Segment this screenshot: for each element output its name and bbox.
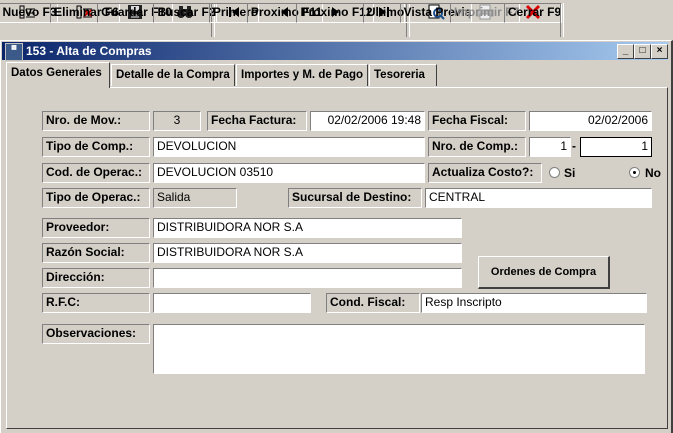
search-button[interactable]: Buscar F2	[153, 2, 217, 38]
tab-datos-generales[interactable]: Datos Generales	[6, 62, 110, 88]
window-title: 153 - Alta de Compras	[26, 44, 152, 58]
window-app-icon: ▦	[5, 43, 23, 61]
nro-comp-separator: -	[572, 139, 576, 153]
nro-mov-value: 3	[153, 111, 201, 131]
tab-importes[interactable]: Importes y M. de Pago	[236, 64, 368, 86]
razon-social-field[interactable]: DISTRIBUIDORA NOR S.A	[153, 243, 462, 263]
tipo-comp-field[interactable]: DEVOLUCION	[153, 137, 425, 157]
ordenes-compra-button[interactable]: Ordenes de Compra	[478, 256, 610, 289]
direccion-field[interactable]	[153, 268, 462, 288]
observaciones-label: Observaciones:	[42, 324, 150, 344]
close-button[interactable]: Cerrar F9	[503, 2, 563, 38]
cond-fiscal-field[interactable]: Resp Inscripto	[421, 293, 647, 313]
fecha-fiscal-label: Fecha Fiscal:	[428, 111, 526, 131]
sucursal-destino-label: Sucursal de Destino:	[288, 188, 422, 208]
tipo-comp-label: Tipo de Comp.:	[42, 137, 150, 157]
proveedor-field[interactable]: DISTRIBUIDORA NOR S.A	[153, 218, 462, 238]
sucursal-destino-field[interactable]: CENTRAL	[425, 188, 652, 208]
actualiza-costo-si-radio[interactable]	[549, 167, 560, 178]
window-titlebar[interactable]: ▦ 153 - Alta de Compras _ □ ×	[2, 42, 668, 61]
search-label: Buscar F2	[153, 3, 217, 23]
proveedor-label: Proveedor:	[42, 218, 150, 238]
tipo-operac-label: Tipo de Operac.:	[42, 188, 150, 208]
close-label: Cerrar F9	[503, 3, 563, 23]
nro-comp-number-field[interactable]: 1	[580, 137, 652, 157]
direccion-label: Dirección:	[42, 268, 150, 288]
new-label: Nuevo F3	[0, 3, 58, 23]
razon-social-label: Razón Social:	[42, 243, 150, 263]
rfc-label: R.F.C:	[42, 293, 150, 313]
actualiza-costo-no-label: No	[645, 166, 661, 180]
minimize-button[interactable]: _	[617, 44, 634, 59]
cond-fiscal-label: Cond. Fiscal:	[326, 293, 420, 313]
cod-operac-label: Cod. de Operac.:	[42, 163, 150, 183]
print-button[interactable]: Imprimir F7	[449, 2, 521, 38]
cod-operac-field[interactable]: DEVOLUCION 03510	[153, 163, 425, 183]
nro-comp-label: Nro. de Comp.:	[428, 137, 526, 157]
observaciones-field[interactable]	[153, 324, 645, 374]
fecha-factura-field[interactable]: 02/02/2006 19:48	[310, 111, 425, 131]
fecha-factura-label: Fecha Factura:	[207, 111, 307, 131]
nro-comp-prefix-field[interactable]: 1	[529, 137, 571, 157]
restore-button[interactable]: □	[634, 44, 651, 59]
tipo-operac-value: Salida	[153, 188, 237, 208]
tab-detalle-compra[interactable]: Detalle de la Compra	[111, 64, 235, 86]
window-close-button[interactable]: ×	[651, 44, 668, 59]
actualiza-costo-no-radio[interactable]	[629, 167, 640, 178]
tab-tesoreria[interactable]: Tesoreria	[369, 64, 437, 86]
toolbar: Nuevo F3 Eliminar F6 Guardar F10 Buscar …	[0, 0, 673, 41]
last-button[interactable]: Ultimo	[362, 2, 406, 38]
actualiza-costo-si-label: Si	[564, 166, 576, 180]
rfc-field[interactable]	[153, 293, 311, 313]
next-button[interactable]: Proximo F12	[296, 2, 374, 38]
nro-mov-label: Nro. de Mov.:	[42, 111, 150, 131]
new-button[interactable]: Nuevo F3	[0, 2, 58, 38]
toolbar-separator	[560, 3, 564, 37]
actualiza-costo-label: Actualiza Costo?:	[428, 163, 542, 183]
fecha-fiscal-field[interactable]: 02/02/2006	[529, 111, 652, 131]
